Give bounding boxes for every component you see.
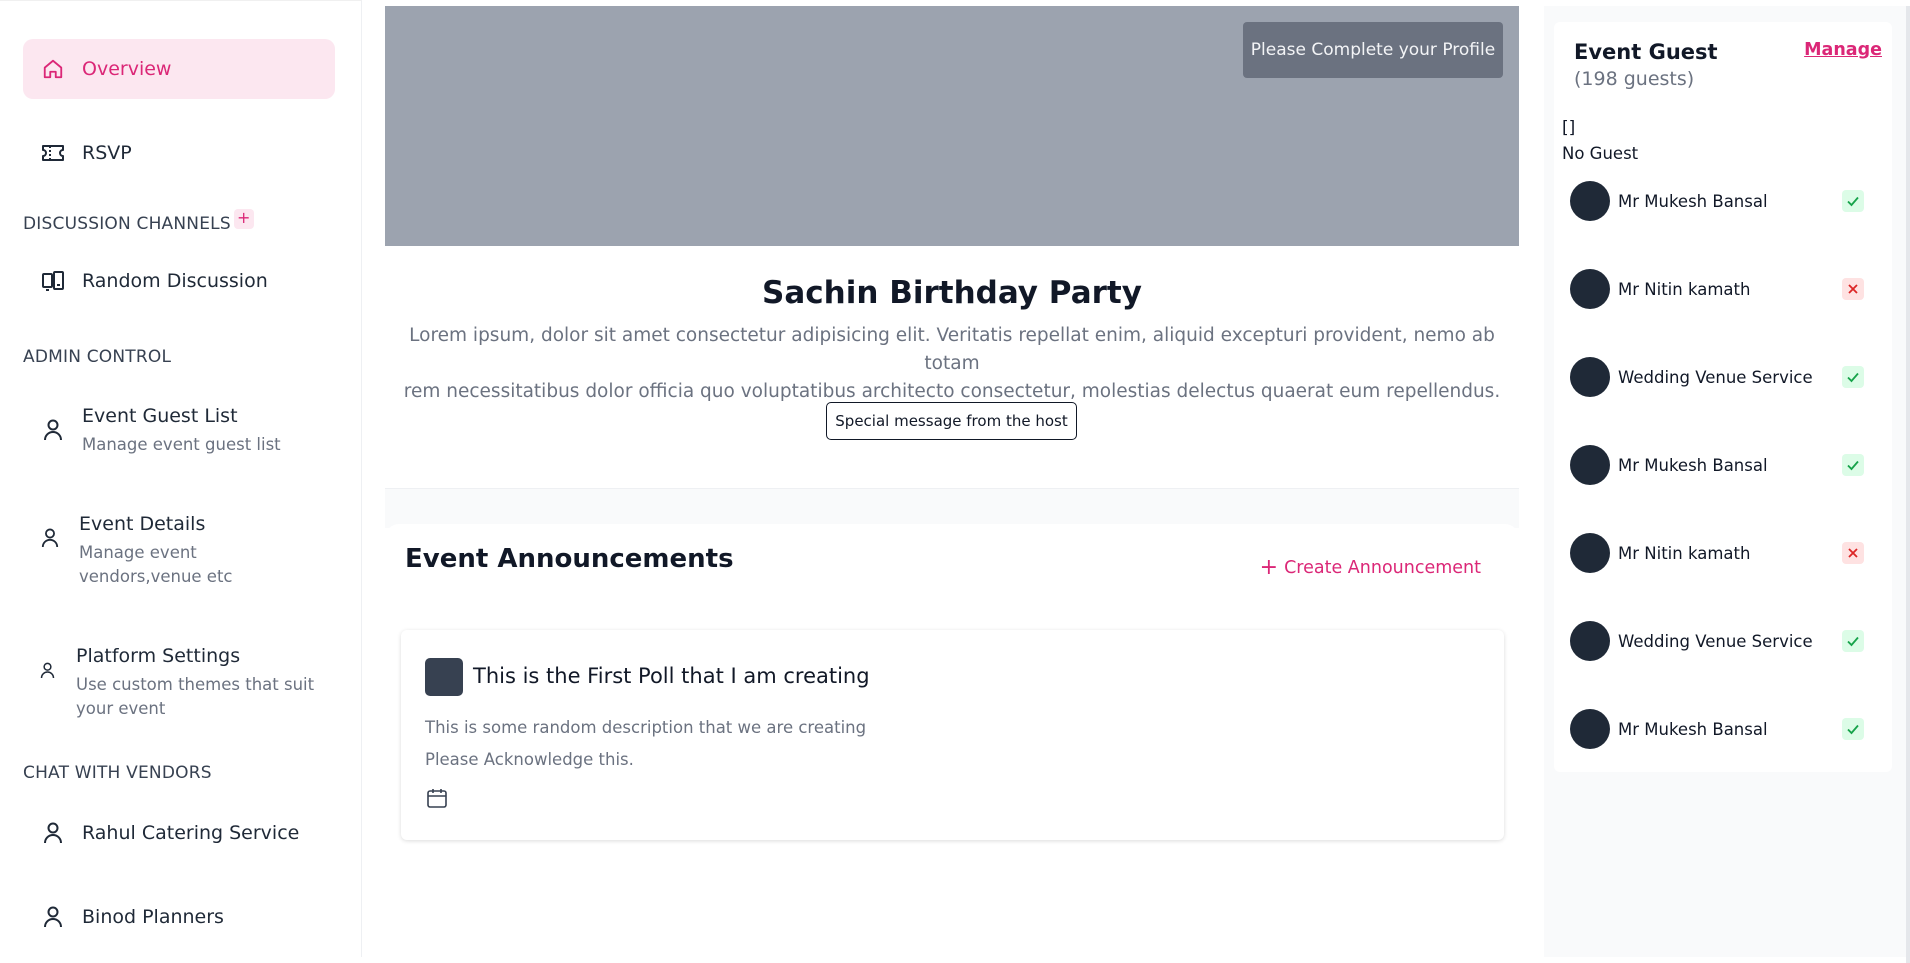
declined-x-icon xyxy=(1842,278,1864,300)
chat-with-vendors-heading: CHAT WITH VENDORS xyxy=(23,763,212,783)
home-icon xyxy=(40,56,66,82)
sidebar-item-title: Event Guest List xyxy=(82,405,238,427)
avatar xyxy=(1570,621,1610,661)
user-icon xyxy=(40,820,66,846)
guest-panel-title: Event Guest xyxy=(1574,40,1718,64)
guest-panel: Event Guest (198 guests) Manage [] No Gu… xyxy=(1544,6,1910,963)
sidebar-item-event-details[interactable]: Event Details Manage event vendors,venue … xyxy=(20,513,332,589)
sidebar-item-vendor[interactable]: Rahul Catering Service xyxy=(23,803,335,863)
guest-count: (198 guests) xyxy=(1574,68,1695,90)
guest-row[interactable]: Mr Mukesh Bansal xyxy=(1570,180,1880,222)
create-announcement-button[interactable]: + Create Announcement xyxy=(1259,555,1481,580)
announcements-section: Event Announcements + Create Announcemen… xyxy=(385,524,1519,954)
avatar xyxy=(1570,181,1610,221)
event-title: Sachin Birthday Party xyxy=(762,275,1142,311)
sidebar-item-vendor[interactable]: Binod Planners xyxy=(23,887,335,947)
guest-name: Mr Mukesh Bansal xyxy=(1618,191,1768,211)
guest-name: Mr Nitin kamath xyxy=(1618,279,1751,299)
guest-row[interactable]: Wedding Venue Service xyxy=(1570,356,1880,398)
ticket-icon xyxy=(40,140,66,166)
user-icon xyxy=(40,417,66,443)
sidebar-item-subtitle: Manage event guest list xyxy=(82,435,281,454)
guest-name: Mr Mukesh Bansal xyxy=(1618,719,1768,739)
subtitle-line: vendors,venue etc xyxy=(79,567,233,586)
event-description-line: Lorem ipsum, dolor sit amet consectetur … xyxy=(409,325,1495,374)
main-content: Please Complete your Profile Sachin Birt… xyxy=(363,0,1544,957)
section-title-text: DISCUSSION CHANNELS xyxy=(23,214,231,234)
sidebar-item-label: Overview xyxy=(82,58,172,80)
sidebar-item-label: Binod Planners xyxy=(82,906,224,928)
no-guest-text: No Guest xyxy=(1562,144,1639,163)
guest-row[interactable]: Mr Nitin kamath xyxy=(1570,268,1880,310)
event-guest-card: Event Guest (198 guests) Manage [] No Gu… xyxy=(1554,22,1892,772)
avatar xyxy=(1570,533,1610,573)
subtitle-line: Use custom themes that suit xyxy=(76,675,315,694)
guest-row[interactable]: Mr Mukesh Bansal xyxy=(1570,708,1880,750)
guest-row[interactable]: Mr Nitin kamath xyxy=(1570,532,1880,574)
accepted-check-icon xyxy=(1842,366,1864,388)
user-icon xyxy=(34,657,60,683)
raw-guest-data: [] xyxy=(1562,118,1576,138)
discussion-channels-heading: DISCUSSION CHANNELS + xyxy=(23,209,254,234)
guest-name: Mr Nitin kamath xyxy=(1618,543,1751,563)
avatar xyxy=(1570,445,1610,485)
create-announcement-label: Create Announcement xyxy=(1284,558,1481,578)
plus-icon: + xyxy=(1259,555,1279,580)
accepted-check-icon xyxy=(1842,630,1864,652)
subtitle-line: Manage event xyxy=(79,543,197,562)
add-channel-button[interactable]: + xyxy=(233,209,254,229)
host-message-button[interactable]: Special message from the host xyxy=(826,402,1077,440)
poll-acknowledge-text: Please Acknowledge this. xyxy=(425,750,634,769)
manage-guests-link[interactable]: Manage xyxy=(1804,40,1882,60)
sidebar-item-label: Rahul Catering Service xyxy=(82,822,300,844)
page-scrollbar[interactable] xyxy=(1906,6,1910,963)
announcements-title: Event Announcements xyxy=(405,544,734,574)
calendar-icon[interactable] xyxy=(425,786,449,810)
guest-name: Mr Mukesh Bansal xyxy=(1618,455,1768,475)
subtitle-line: your event xyxy=(76,699,166,718)
user-icon xyxy=(40,904,66,930)
accepted-check-icon xyxy=(1842,454,1864,476)
announcement-card[interactable]: This is the First Poll that I am creatin… xyxy=(401,630,1504,840)
avatar xyxy=(1570,357,1610,397)
sidebar-item-title: Event Details xyxy=(79,513,206,535)
guest-row[interactable]: Wedding Venue Service xyxy=(1570,620,1880,662)
sidebar-item-rsvp[interactable]: RSVP xyxy=(23,123,335,183)
poll-description: This is some random description that we … xyxy=(425,718,867,737)
sidebar-item-title: Platform Settings xyxy=(76,645,241,667)
poll-avatar xyxy=(425,658,463,696)
guest-name: Wedding Venue Service xyxy=(1618,631,1813,651)
sidebar-item-overview[interactable]: Overview xyxy=(23,39,335,99)
sidebar-item-subtitle: Manage event vendors,venue etc xyxy=(79,541,233,589)
sidebar-item-event-guest-list[interactable]: Event Guest List Manage event guest list xyxy=(23,405,335,457)
section-divider xyxy=(385,488,1519,528)
chat-devices-icon xyxy=(40,268,66,294)
guest-name: Wedding Venue Service xyxy=(1618,367,1813,387)
poll-title: This is the First Poll that I am creatin… xyxy=(473,664,870,688)
accepted-check-icon xyxy=(1842,718,1864,740)
sidebar-item-label: Random Discussion xyxy=(82,270,268,292)
sidebar-item-platform-settings[interactable]: Platform Settings Use custom themes that… xyxy=(17,645,329,721)
accepted-check-icon xyxy=(1842,190,1864,212)
guest-row[interactable]: Mr Mukesh Bansal xyxy=(1570,444,1880,486)
admin-control-heading: ADMIN CONTROL xyxy=(23,347,172,367)
sidebar: Overview RSVP DISCUSSION CHANNELS + Rando… xyxy=(0,0,362,957)
user-icon xyxy=(37,525,63,551)
sidebar-item-random-discussion[interactable]: Random Discussion xyxy=(23,251,335,311)
avatar xyxy=(1570,709,1610,749)
complete-profile-button[interactable]: Please Complete your Profile xyxy=(1243,22,1503,78)
event-description-line: rem necessitatibus dolor officia quo vol… xyxy=(403,381,1501,402)
declined-x-icon xyxy=(1842,542,1864,564)
sidebar-item-label: RSVP xyxy=(82,142,132,164)
avatar xyxy=(1570,269,1610,309)
event-description: Lorem ipsum, dolor sit amet consectetur … xyxy=(385,322,1519,406)
sidebar-item-subtitle: Use custom themes that suit your event xyxy=(76,673,314,721)
event-banner: Please Complete your Profile xyxy=(385,6,1519,246)
